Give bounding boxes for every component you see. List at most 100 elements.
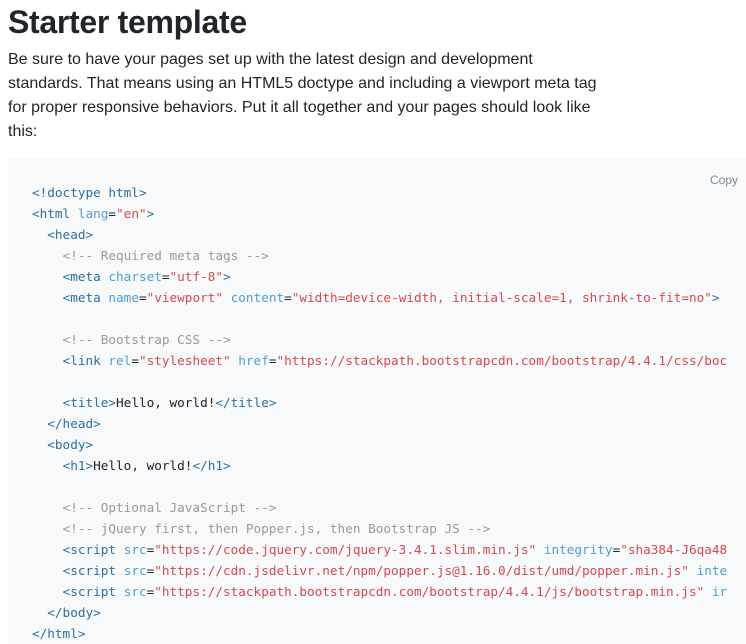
code-token-val: "width=device-width, initial-scale=1, sh…	[291, 290, 712, 305]
code-token-val: "https://stackpath.bootstrapcdn.com/boot…	[154, 584, 705, 599]
code-token-text: =	[284, 290, 292, 305]
code-line: </html>	[32, 623, 727, 644]
code-token-text: Hello, world!	[93, 458, 193, 473]
code-line: <head>	[32, 224, 727, 245]
code-token-attr: src	[123, 584, 147, 599]
code-token-doctype: <!doctype html>	[32, 185, 147, 200]
code-token-tag: >	[146, 206, 155, 221]
code-line: <script src="https://cdn.jsdelivr.net/np…	[32, 560, 728, 581]
code-line: <body>	[32, 434, 727, 455]
code-line: <meta name="viewport" content="width=dev…	[32, 287, 727, 308]
code-line: <!-- Optional JavaScript -->	[32, 497, 727, 518]
code-token-attr: content	[230, 290, 285, 305]
code-token-text: Hello, world!	[116, 395, 216, 410]
code-token-tag: >	[711, 290, 720, 305]
code-token-tag: <script	[62, 584, 117, 599]
code-token-val: "https://code.jquery.com/jquery-3.4.1.sl…	[154, 542, 537, 557]
code-line: <title>Hello, world!</title>	[32, 392, 727, 413]
code-token-tag: >	[223, 269, 231, 284]
code-line: <!-- Bootstrap CSS -->	[32, 329, 727, 350]
code-token-tag: </h1>	[192, 458, 231, 473]
code-token-comment: <!-- jQuery first, then Popper.js, then …	[62, 521, 491, 536]
code-token-tag: <script	[62, 563, 117, 578]
code-token-tag: <head>	[47, 227, 94, 242]
intro-paragraph: Be sure to have your pages set up with t…	[8, 51, 597, 140]
code-token-tag: <body>	[47, 437, 94, 452]
code-block: <!doctype html> <html lang="en"> <head> <…	[32, 182, 727, 644]
code-token-val: "viewport"	[146, 290, 223, 305]
code-token-attr: ir	[711, 584, 728, 599]
code-token-tag: </html>	[32, 626, 86, 641]
code-line: <html lang="en">	[32, 203, 727, 224]
code-token-tag: <meta	[62, 290, 101, 305]
code-line: <link rel="stylesheet" href="https://sta…	[32, 350, 728, 371]
code-line: <h1>Hello, world!</h1>	[32, 455, 727, 476]
code-line: <meta charset="utf-8">	[32, 266, 727, 287]
code-token-tag: <h1>	[62, 458, 94, 473]
code-token-text: =	[131, 353, 139, 368]
code-line: </head>	[32, 413, 727, 434]
code-token-tag: <title>	[62, 395, 117, 410]
code-token-val: "https://stackpath.bootstrapcdn.com/boot…	[276, 353, 728, 368]
code-token-val: "https://cdn.jsdelivr.net/npm/popper.js@…	[154, 563, 689, 578]
code-token-attr: charset	[108, 269, 162, 284]
code-token-tag: <html	[32, 206, 71, 221]
code-example-panel: Copy <!doctype html> <html lang="en"> <he…	[8, 158, 746, 644]
code-token-attr: integrity	[543, 542, 613, 557]
code-token-comment: <!-- Optional JavaScript -->	[62, 500, 277, 515]
code-token-attr: href	[238, 353, 269, 368]
code-token-tag: <meta	[62, 269, 101, 284]
code-token-tag: </head>	[47, 416, 101, 431]
code-token-val: "utf-8"	[169, 269, 224, 284]
code-token-tag: </title>	[215, 395, 277, 410]
code-token-attr: src	[123, 563, 147, 578]
code-token-tag: <script	[62, 542, 117, 557]
code-token-val: "sha384-J6qa48	[620, 542, 728, 557]
code-token-attr: src	[123, 542, 147, 557]
page-title: Starter template	[8, 4, 247, 40]
code-line: </body>	[32, 602, 727, 623]
code-token-attr: name	[108, 290, 139, 305]
code-token-comment: <!-- Required meta tags -->	[62, 248, 269, 263]
code-token-tag: <link	[62, 353, 101, 368]
code-token-val: "en"	[116, 206, 147, 221]
code-line: <!-- Required meta tags -->	[32, 245, 727, 266]
code-token-text: =	[138, 290, 147, 305]
code-token-attr: inte	[696, 563, 728, 578]
code-token-val: "stylesheet"	[138, 353, 231, 368]
code-line: <script src="https://stackpath.bootstrap…	[32, 581, 728, 602]
code-line: <!doctype html>	[32, 182, 727, 203]
code-token-text: =	[161, 269, 170, 284]
code-token-text: =	[108, 206, 117, 221]
code-line: <script src="https://code.jquery.com/jqu…	[32, 539, 728, 560]
code-token-attr: rel	[108, 353, 132, 368]
code-token-attr: lang	[77, 206, 109, 221]
